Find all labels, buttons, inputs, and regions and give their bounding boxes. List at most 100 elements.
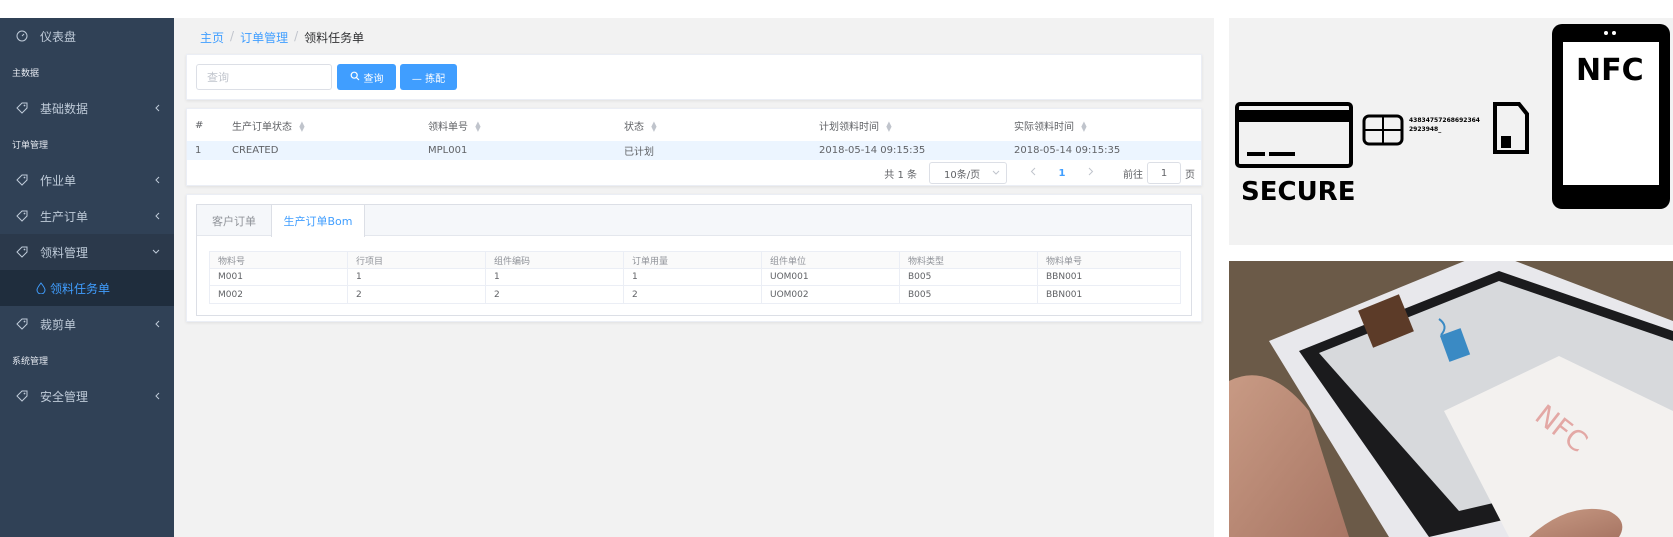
column-header-label: 生产订单状态 xyxy=(232,121,292,133)
sidebar-item-label: 生产订单 xyxy=(40,209,89,224)
sidebar-item-label: 裁剪单 xyxy=(40,317,77,332)
bom-table-header: 物料号 行项目 组件编码 订单用量 组件单位 物料类型 物料单号 xyxy=(210,252,1180,269)
breadcrumb-current: 领料任务单 xyxy=(304,31,365,45)
column-header-status[interactable]: 状态 ▲ ▼ xyxy=(616,118,811,133)
page-jump-input[interactable] xyxy=(1147,162,1181,184)
group-title-order: 订单管理 xyxy=(12,140,49,151)
chevron-left-icon xyxy=(154,198,160,234)
chevron-left-icon xyxy=(154,90,160,126)
table-cell: 1 xyxy=(348,269,486,285)
drop-icon xyxy=(36,282,46,294)
submenu-material: 领料任务单 xyxy=(0,270,174,306)
match-button-label: — 拣配 xyxy=(411,73,446,85)
table-cell: 2018-05-14 09:15:35 xyxy=(819,145,926,156)
table-cell: CREATED xyxy=(232,145,279,156)
goto-label: 前往 xyxy=(1123,169,1143,181)
card-line xyxy=(1247,152,1265,156)
sidebar: 仪表盘 主数据 基础数据 订单管理 作业单 生产订单 领料管理 领料任务单 裁剪… xyxy=(0,18,174,537)
tag-icon xyxy=(16,390,28,402)
table-cell: 1 xyxy=(624,269,762,285)
sim-chip-icon xyxy=(1362,114,1404,146)
column-header: 组件单位 xyxy=(762,252,900,268)
column-header: # xyxy=(195,119,204,131)
query-button[interactable]: 查询 xyxy=(337,64,396,90)
match-button[interactable]: — 拣配 xyxy=(400,64,457,90)
next-page-button[interactable] xyxy=(1079,167,1103,179)
table-cell: 1 xyxy=(195,145,202,156)
sidebar-item-label: 安全管理 xyxy=(40,389,89,404)
sidebar-item-label: 作业单 xyxy=(40,173,77,188)
table-cell: UOM002 xyxy=(762,286,900,303)
nfc-text: NFC xyxy=(1576,53,1644,88)
toolbar-card: 查询 — 拣配 xyxy=(186,54,1202,100)
table-row[interactable]: 1 CREATED MPL001 已计划 2018-05-14 09:15:35… xyxy=(187,141,1201,160)
tab-production-bom[interactable]: 生产订单Bom xyxy=(271,205,365,237)
chevron-down-icon xyxy=(152,234,160,270)
column-header-label: 实际领料时间 xyxy=(1014,121,1074,133)
tab-customer-order[interactable]: 客户订单 xyxy=(197,205,271,236)
sidebar-item-dashboard[interactable]: 仪表盘 xyxy=(0,18,174,54)
table-cell: 2018-05-14 09:15:35 xyxy=(1014,145,1121,156)
column-header: 物料单号 xyxy=(1046,256,1083,267)
screen: 仪表盘 主数据 基础数据 订单管理 作业单 生产订单 领料管理 领料任务单 裁剪… xyxy=(0,0,1673,537)
breadcrumb-order-mgmt[interactable]: 订单管理 xyxy=(240,29,288,46)
column-header-production-status[interactable]: 生产订单状态 ▲ ▼ xyxy=(224,118,420,133)
sidebar-item-work-order[interactable]: 作业单 xyxy=(0,162,174,198)
detail-card: 客户订单 生产订单Bom 物料号 行项目 组件编码 订单用量 组件单位 物料类型… xyxy=(186,194,1202,322)
task-table-card: # 生产订单状态 ▲▼ 领料单号 ▲▼ 状态 ▲▼ 计划领料时间 ▲▼ xyxy=(186,108,1202,186)
column-header: 物料类型 xyxy=(900,252,1038,268)
table-cell: BBN001 xyxy=(1046,272,1083,282)
sidebar-item-label: 基础数据 xyxy=(40,101,89,116)
column-header-label: 计划领料时间 xyxy=(819,121,879,133)
tag-icon xyxy=(16,246,28,258)
sidebar-item-production-order[interactable]: 生产订单 xyxy=(0,198,174,234)
prev-page-button[interactable] xyxy=(1021,167,1045,179)
chevron-left-icon xyxy=(154,378,160,414)
sidebar-item-basic-data[interactable]: 基础数据 xyxy=(0,90,174,126)
sidebar-item-material-task[interactable]: 领料任务单 xyxy=(0,270,174,306)
search-input[interactable] xyxy=(196,64,332,90)
card-number-text: 43834757268692364 xyxy=(1409,117,1480,124)
sort-icon[interactable]: ▲ ▼ xyxy=(886,120,891,132)
pagination: 共 1 条 10条/页 1 前往 页 xyxy=(884,160,1201,186)
search-icon xyxy=(350,71,360,84)
column-header-actual-time[interactable]: 实际领料时间 ▲ ▼ xyxy=(1006,118,1201,133)
table-header: # 生产订单状态 ▲▼ 领料单号 ▲▼ 状态 ▲▼ 计划领料时间 ▲▼ xyxy=(187,109,1201,141)
column-header-material-no[interactable]: 领料单号 ▲ ▼ xyxy=(420,118,616,133)
table-row[interactable]: M001 1 1 1 UOM001 B005 BBN001 xyxy=(210,269,1180,286)
group-title-system: 系统管理 xyxy=(12,356,49,367)
page-number[interactable]: 1 xyxy=(1045,168,1079,179)
tag-icon xyxy=(16,210,28,222)
table-cell: M001 xyxy=(210,269,348,285)
table-cell: 2 xyxy=(624,286,762,303)
nfc-banner-image: SECURE 43834757268692364 2923948_ NFC xyxy=(1229,18,1673,245)
table-cell: M002 xyxy=(210,286,348,303)
chevron-left-icon xyxy=(154,306,160,342)
sort-icon[interactable]: ▲ ▼ xyxy=(299,120,304,132)
query-button-label: 查询 xyxy=(363,73,384,85)
column-header-label: 状态 xyxy=(624,121,644,133)
tabs-header: 客户订单 生产订单Bom xyxy=(197,205,1191,237)
bom-table: 物料号 行项目 组件编码 订单用量 组件单位 物料类型 物料单号 M001 1 … xyxy=(209,251,1181,304)
sort-icon[interactable]: ▲ ▼ xyxy=(1081,120,1086,132)
page-size-select[interactable]: 10条/页 xyxy=(929,162,1007,184)
sort-icon[interactable]: ▲ ▼ xyxy=(475,120,480,132)
sidebar-item-material-mgmt[interactable]: 领料管理 xyxy=(0,234,174,270)
column-header-label: 领料单号 xyxy=(428,121,468,133)
breadcrumb-home[interactable]: 主页 xyxy=(200,29,224,46)
column-header-planned-time[interactable]: 计划领料时间 ▲ ▼ xyxy=(811,118,1006,133)
sort-icon[interactable]: ▲ ▼ xyxy=(651,120,656,132)
table-cell: 1 xyxy=(486,269,624,285)
sidebar-item-security[interactable]: 安全管理 xyxy=(0,378,174,414)
secure-text: SECURE xyxy=(1241,177,1355,207)
table-row[interactable]: M002 2 2 2 UOM002 B005 BBN001 xyxy=(210,286,1180,303)
breadcrumb-separator: / xyxy=(230,29,235,43)
sidebar-item-cutting-order[interactable]: 裁剪单 xyxy=(0,306,174,342)
gauge-icon xyxy=(16,30,28,42)
chevron-down-icon xyxy=(992,168,1000,179)
card-line xyxy=(1269,152,1295,156)
table-cell: MPL001 xyxy=(428,145,468,156)
column-header: 物料号 xyxy=(210,252,348,268)
card-stripe xyxy=(1239,110,1349,122)
detail-tabs: 客户订单 生产订单Bom 物料号 行项目 组件编码 订单用量 组件单位 物料类型… xyxy=(196,204,1192,316)
